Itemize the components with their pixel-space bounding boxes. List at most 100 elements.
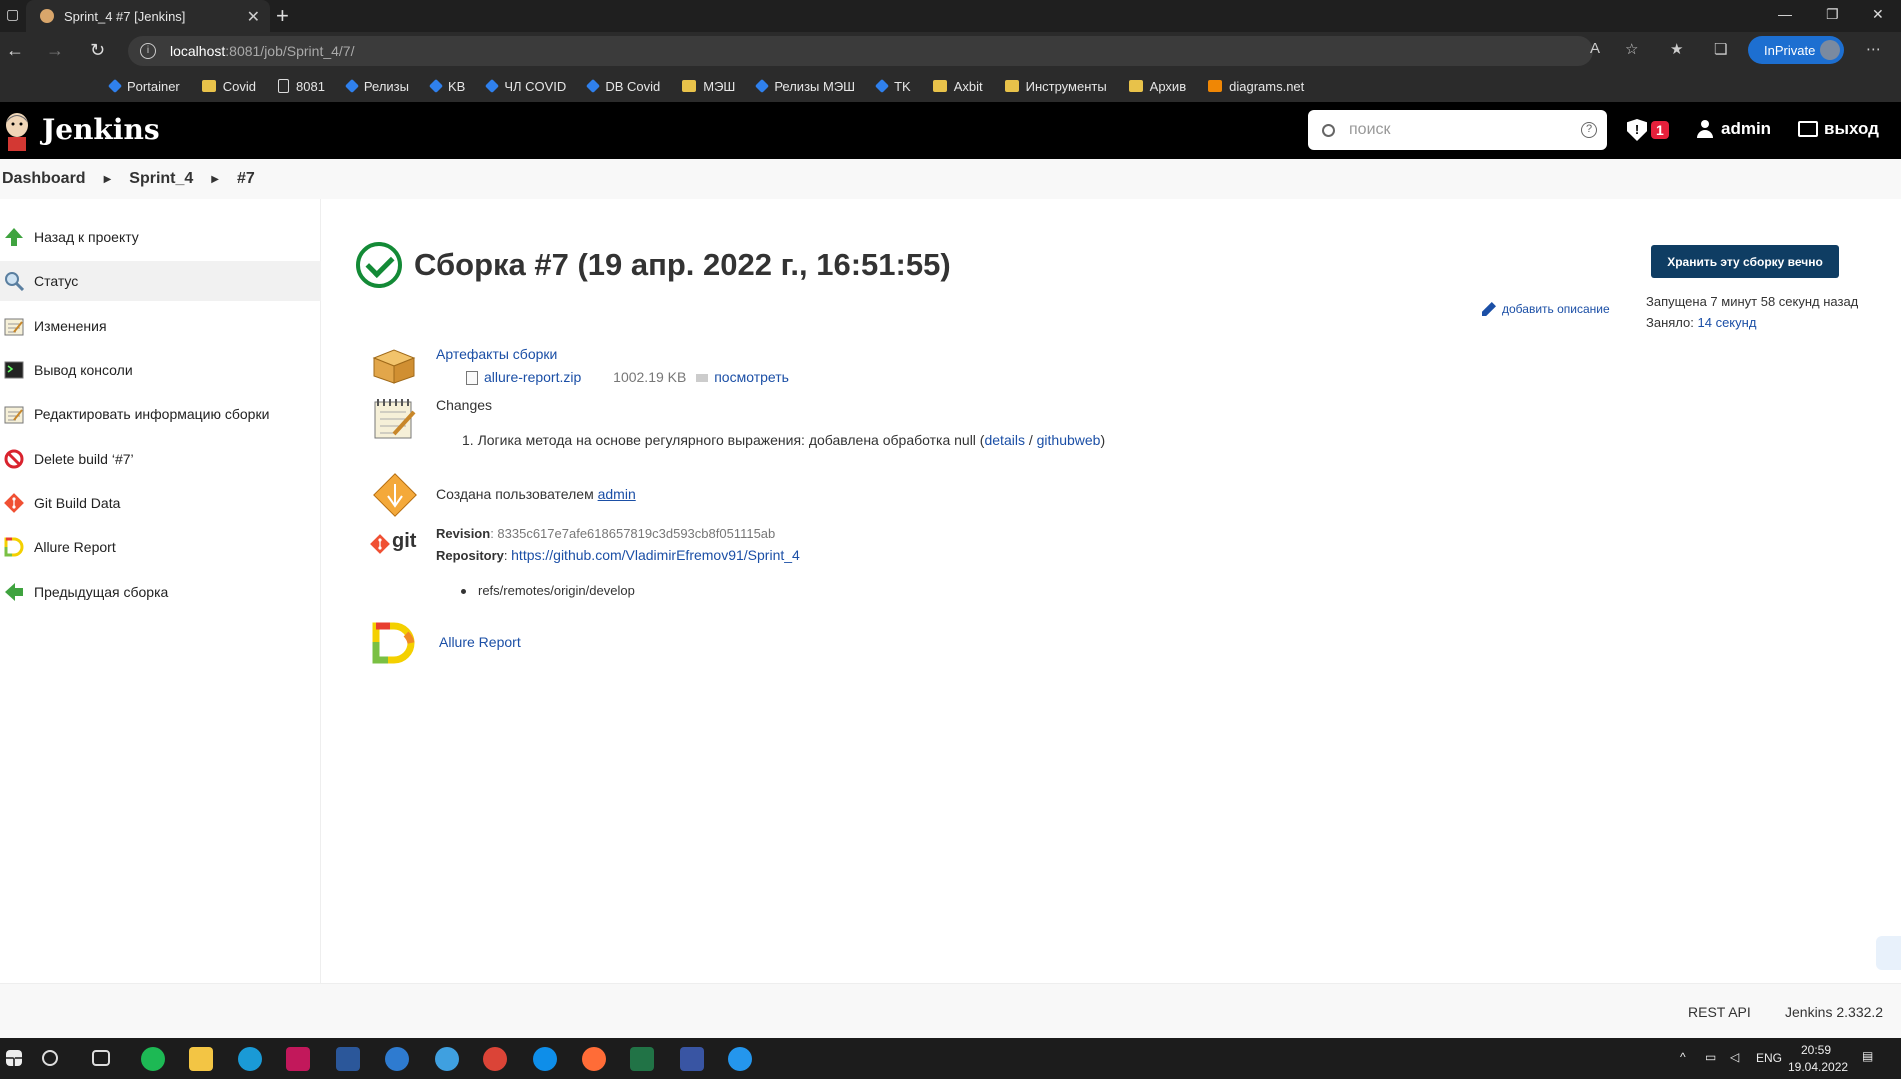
duration-link[interactable]: 14 секунд bbox=[1698, 315, 1757, 330]
back-icon[interactable]: ← bbox=[6, 40, 24, 61]
bookmark-item[interactable]: Covid bbox=[201, 79, 256, 94]
sidebar-item-git-build-data[interactable]: Git Build Data bbox=[0, 483, 321, 523]
logout-link[interactable]: выход bbox=[1798, 119, 1879, 139]
revision-row: Revision: 8335c617e7afe618657819c3d593cb… bbox=[436, 526, 775, 541]
postman-icon[interactable] bbox=[582, 1047, 606, 1071]
clock-time[interactable]: 20:59 bbox=[1801, 1043, 1831, 1057]
browser-tab[interactable]: Sprint_4 #7 [Jenkins] ✕ bbox=[26, 0, 270, 32]
artifact-file-link[interactable]: allure-report.zip bbox=[484, 369, 581, 385]
notifications-icon[interactable]: ▤ bbox=[1862, 1049, 1873, 1063]
change-details-link[interactable]: details bbox=[984, 432, 1024, 448]
rest-api-link[interactable]: REST API bbox=[1688, 1004, 1751, 1020]
security-alert-button[interactable]: ! 1 bbox=[1627, 119, 1669, 141]
sidebar-item-delete-build[interactable]: Delete build ‘#7’ bbox=[0, 439, 321, 479]
profile-avatar bbox=[1820, 40, 1840, 60]
artifact-view-link[interactable]: посмотреть bbox=[714, 369, 789, 385]
network-icon[interactable]: ▭ bbox=[1705, 1050, 1716, 1064]
repository-link[interactable]: https://github.com/VladimirEfremov91/Spr… bbox=[511, 547, 800, 563]
add-description-link[interactable]: добавить описание bbox=[1482, 302, 1610, 316]
breadcrumb-dashboard[interactable]: Dashboard bbox=[2, 170, 86, 188]
close-tab-icon[interactable]: ✕ bbox=[247, 7, 260, 27]
read-aloud-icon[interactable]: A bbox=[1590, 40, 1600, 57]
task-view-icon[interactable] bbox=[92, 1050, 110, 1066]
keep-build-forever-button[interactable]: Хранить эту сборку вечно bbox=[1651, 245, 1839, 278]
close-window-icon[interactable]: ✕ bbox=[1872, 6, 1884, 23]
bookmark-item[interactable]: diagrams.net bbox=[1208, 79, 1304, 94]
bookmark-item[interactable]: Portainer bbox=[107, 79, 180, 94]
bookmark-item[interactable]: 8081 bbox=[278, 79, 325, 94]
language-indicator[interactable]: ENG bbox=[1756, 1051, 1782, 1065]
spotify-icon[interactable] bbox=[141, 1047, 165, 1071]
jenkins-title[interactable]: Jenkins bbox=[42, 113, 160, 146]
new-tab-icon[interactable]: + bbox=[276, 3, 289, 29]
word-icon[interactable] bbox=[336, 1047, 360, 1071]
help-icon[interactable]: ? bbox=[1581, 122, 1597, 138]
forward-icon[interactable]: → bbox=[46, 40, 64, 61]
sidebar-item-changes[interactable]: Изменения bbox=[0, 306, 321, 346]
tab-actions-icon[interactable]: ▢ bbox=[6, 6, 19, 23]
artifacts-link[interactable]: Артефакты сборки bbox=[436, 346, 557, 362]
breadcrumb-job[interactable]: Sprint_4 bbox=[129, 170, 193, 188]
docker-icon[interactable] bbox=[728, 1047, 752, 1071]
sidebar-item-status[interactable]: Статус bbox=[0, 261, 321, 301]
tray-chevron-icon[interactable]: ^ bbox=[1680, 1050, 1686, 1064]
bookmark-item[interactable]: Инструменты bbox=[1004, 79, 1107, 94]
search-input[interactable]: поиск ? bbox=[1308, 110, 1607, 150]
search-icon[interactable] bbox=[42, 1050, 58, 1066]
restore-icon[interactable]: ❐ bbox=[1826, 6, 1839, 23]
start-icon[interactable] bbox=[6, 1050, 22, 1066]
chevron-right-icon[interactable]: ▶ bbox=[104, 174, 112, 185]
bookmark-item[interactable]: Axbit bbox=[932, 78, 983, 94]
sidebar-item-previous-build[interactable]: Предыдущая сборка bbox=[0, 572, 321, 612]
created-by-user-link[interactable]: admin bbox=[598, 486, 636, 502]
bookmark-item[interactable]: DB Covid bbox=[586, 79, 660, 94]
bookmark-item[interactable]: МЭШ bbox=[682, 79, 735, 94]
bookmark-label: Релизы bbox=[363, 78, 409, 94]
app-24-icon[interactable] bbox=[435, 1047, 459, 1071]
jenkins-version-link[interactable]: Jenkins 2.332.2 bbox=[1785, 1004, 1883, 1020]
sidebar: Назад к проекту Статус Изменения Вывод к… bbox=[0, 199, 321, 983]
bookmark-item[interactable]: TK bbox=[875, 79, 911, 94]
volume-icon[interactable]: ◁ bbox=[1730, 1050, 1739, 1064]
sidebar-item-edit-build-info[interactable]: Редактировать информацию сборки bbox=[0, 394, 321, 434]
user-link[interactable]: admin bbox=[1697, 119, 1771, 139]
clock-date[interactable]: 19.04.2022 bbox=[1788, 1060, 1848, 1074]
jenkins-logo-icon[interactable] bbox=[2, 111, 32, 151]
bookmark-item[interactable]: Релизы МЭШ bbox=[755, 79, 855, 94]
left-arrow-icon bbox=[5, 583, 23, 601]
breadcrumb-build[interactable]: #7 bbox=[237, 170, 255, 188]
url-path: :8081/job/Sprint_4/7/ bbox=[225, 43, 355, 59]
teamviewer-widget-icon[interactable] bbox=[1876, 936, 1901, 970]
visio-icon[interactable] bbox=[680, 1047, 704, 1071]
excel-icon[interactable] bbox=[630, 1047, 654, 1071]
sidebar-item-allure-report[interactable]: Allure Report bbox=[0, 527, 321, 567]
revision-value: : 8335c617e7afe618657819c3d593cb8f051115… bbox=[490, 526, 776, 541]
reload-icon[interactable]: ↻ bbox=[90, 40, 105, 61]
bookmark-item[interactable]: ЧЛ COVID bbox=[485, 79, 566, 94]
bookmark-label: Axbit bbox=[953, 78, 983, 94]
sidebar-item-console-output[interactable]: Вывод консоли bbox=[0, 350, 321, 390]
chevron-right-icon[interactable]: ▶ bbox=[211, 174, 219, 185]
teamviewer-icon[interactable] bbox=[533, 1047, 557, 1071]
collections-icon[interactable]: ❏ bbox=[1714, 40, 1727, 58]
bookmark-item[interactable]: Релизы bbox=[344, 78, 409, 94]
more-menu-icon[interactable]: ⋯ bbox=[1866, 40, 1881, 58]
sidebar-item-back-to-project[interactable]: Назад к проекту bbox=[0, 217, 321, 257]
address-bar[interactable]: i localhost :8081/job/Sprint_4/7/ bbox=[128, 36, 1593, 66]
chrome-icon[interactable] bbox=[483, 1047, 507, 1071]
site-info-icon[interactable]: i bbox=[140, 43, 156, 59]
add-description-label: добавить описание bbox=[1502, 302, 1610, 316]
edge-icon[interactable] bbox=[238, 1047, 262, 1071]
change-githubweb-link[interactable]: githubweb bbox=[1037, 432, 1101, 448]
terminal-icon bbox=[4, 361, 24, 379]
inprivate-button[interactable]: InPrivate bbox=[1748, 36, 1844, 64]
allure-report-link[interactable]: Allure Report bbox=[439, 634, 521, 650]
edge-inprivate-icon[interactable] bbox=[385, 1047, 409, 1071]
favorites-add-icon[interactable]: ☆ bbox=[1625, 40, 1638, 58]
minimize-icon[interactable]: — bbox=[1778, 6, 1792, 22]
file-explorer-icon[interactable] bbox=[189, 1047, 213, 1071]
bookmark-item[interactable]: Архив bbox=[1128, 79, 1186, 94]
bookmark-item[interactable]: KB bbox=[428, 79, 465, 94]
intellij-icon[interactable] bbox=[286, 1047, 310, 1071]
favorites-icon[interactable]: ★ bbox=[1670, 40, 1683, 58]
